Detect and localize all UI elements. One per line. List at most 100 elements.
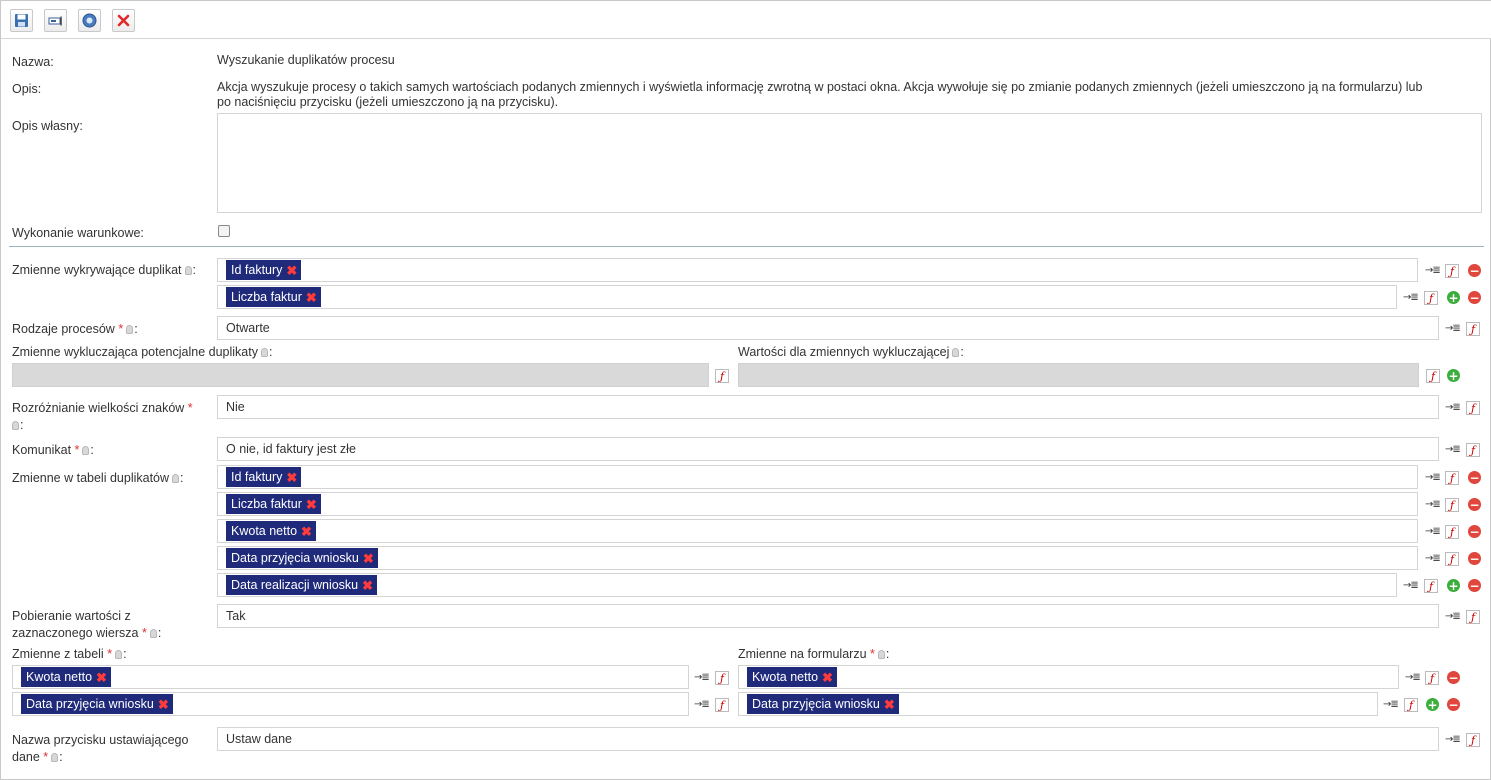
insert-variable-icon[interactable]: →≣ <box>1403 579 1419 593</box>
insert-variable-icon[interactable]: →≣ <box>1425 471 1441 485</box>
function-icon[interactable]: ƒ <box>1445 525 1459 539</box>
variable-tag: Data przyjęcia wniosku ✖ <box>226 548 378 568</box>
insert-variable-icon[interactable]: →≣ <box>1445 610 1461 624</box>
remove-row-icon[interactable]: − <box>1447 698 1460 711</box>
remove-tag-icon[interactable]: ✖ <box>286 264 297 277</box>
on-form-label-text: Zmienne na formularzu <box>738 647 867 661</box>
insert-variable-icon[interactable]: →≣ <box>1403 291 1419 305</box>
insert-variable-icon[interactable]: →≣ <box>1425 498 1441 512</box>
insert-variable-icon[interactable]: →≣ <box>1425 264 1441 278</box>
remove-row-icon[interactable]: − <box>1468 471 1481 484</box>
hint-bulb-icon <box>952 348 960 357</box>
remove-row-icon[interactable]: − <box>1447 671 1460 684</box>
function-icon[interactable]: ƒ <box>715 369 729 383</box>
add-row-icon[interactable]: + <box>1447 291 1460 304</box>
function-icon[interactable]: ƒ <box>1466 401 1480 415</box>
table-var-field-3[interactable]: Kwota netto ✖ <box>217 519 1418 543</box>
remove-row-icon[interactable]: − <box>1468 525 1481 538</box>
function-icon[interactable]: ƒ <box>1466 322 1480 336</box>
insert-variable-icon[interactable]: →≣ <box>1425 525 1441 539</box>
function-icon[interactable]: ƒ <box>1424 579 1438 593</box>
colon: : <box>885 647 890 661</box>
remove-row-icon[interactable]: − <box>1468 552 1481 565</box>
from-table-field-2[interactable]: Data przyjęcia wniosku ✖ <box>12 692 689 716</box>
insert-variable-icon[interactable]: →≣ <box>1445 443 1461 457</box>
function-icon[interactable]: ƒ <box>1424 291 1438 305</box>
fetch-values-label-line2: zaznaczonego wiersza <box>12 626 139 640</box>
function-icon[interactable]: ƒ <box>1404 698 1418 712</box>
excl-vars-field[interactable] <box>12 363 709 387</box>
required-mark: * <box>870 647 875 661</box>
insert-variable-icon[interactable]: →≣ <box>1405 671 1421 685</box>
save-button[interactable] <box>10 9 33 32</box>
remove-tag-icon[interactable]: ✖ <box>286 471 297 484</box>
insert-variable-icon[interactable]: →≣ <box>1445 733 1461 747</box>
insert-variable-icon[interactable]: →≣ <box>1383 698 1399 712</box>
case-sensitivity-select[interactable]: Nie <box>217 395 1439 419</box>
remove-tag-icon[interactable]: ✖ <box>301 525 312 538</box>
button-name-label-line1: Nazwa przycisku ustawiającego <box>12 733 189 747</box>
excl-values-field[interactable] <box>738 363 1419 387</box>
colon: : <box>192 263 196 277</box>
remove-tag-icon[interactable]: ✖ <box>884 698 895 711</box>
insert-variable-icon[interactable]: →≣ <box>1445 322 1461 336</box>
remove-tag-icon[interactable]: ✖ <box>96 671 107 684</box>
variable-tag-label: Data realizacji wniosku <box>231 578 359 592</box>
colon: : <box>960 345 964 359</box>
remove-row-icon[interactable]: − <box>1468 264 1481 277</box>
table-var-field-1[interactable]: Id faktury ✖ <box>217 465 1418 489</box>
add-row-icon[interactable]: + <box>1447 369 1460 382</box>
message-input[interactable]: O nie, id faktury jest złe <box>217 437 1439 461</box>
dup-vars-label-text: Zmienne wykrywające duplikat <box>12 263 182 277</box>
function-icon[interactable]: ƒ <box>1445 471 1459 485</box>
add-row-icon[interactable]: + <box>1447 579 1460 592</box>
remove-tag-icon[interactable]: ✖ <box>158 698 169 711</box>
remove-tag-icon[interactable]: ✖ <box>362 579 373 592</box>
own-description-textarea[interactable] <box>217 113 1482 213</box>
function-icon[interactable]: ƒ <box>715 698 729 712</box>
function-icon[interactable]: ƒ <box>1426 369 1440 383</box>
conditional-checkbox[interactable] <box>218 225 230 237</box>
insert-variable-icon[interactable]: →≣ <box>1445 401 1461 415</box>
close-button[interactable] <box>112 9 135 32</box>
table-var-field-4[interactable]: Data przyjęcia wniosku ✖ <box>217 546 1418 570</box>
function-icon[interactable]: ƒ <box>1425 671 1439 685</box>
insert-variable-icon[interactable]: →≣ <box>694 698 710 712</box>
required-mark: * <box>118 322 124 336</box>
add-row-icon[interactable]: + <box>1426 698 1439 711</box>
function-icon[interactable]: ƒ <box>1466 443 1480 457</box>
on-form-field-2[interactable]: Data przyjęcia wniosku ✖ <box>738 692 1378 716</box>
function-icon[interactable]: ƒ <box>1466 610 1480 624</box>
function-icon[interactable]: ƒ <box>1445 552 1459 566</box>
help-icon <box>82 13 97 28</box>
button-name-label-line2: dane <box>12 750 40 764</box>
table-var-field-5[interactable]: Data realizacji wniosku ✖ <box>217 573 1397 597</box>
dup-var-field-2[interactable]: Liczba faktur ✖ <box>217 285 1397 309</box>
function-icon[interactable]: ƒ <box>1445 498 1459 512</box>
table-var-field-2[interactable]: Liczba faktur ✖ <box>217 492 1418 516</box>
button-name-input[interactable]: Ustaw dane <box>217 727 1439 751</box>
remove-tag-icon[interactable]: ✖ <box>306 498 317 511</box>
help-button[interactable] <box>78 9 101 32</box>
on-form-field-1[interactable]: Kwota netto ✖ <box>738 665 1399 689</box>
fetch-values-select[interactable]: Tak <box>217 604 1439 628</box>
insert-variable-icon[interactable]: →≣ <box>1425 552 1441 566</box>
dup-var-field-1[interactable]: Id faktury ✖ <box>217 258 1418 282</box>
function-icon[interactable]: ƒ <box>1445 264 1459 278</box>
from-table-field-1[interactable]: Kwota netto ✖ <box>12 665 689 689</box>
function-icon[interactable]: ƒ <box>715 671 729 685</box>
process-types-select[interactable]: Otwarte <box>217 316 1439 340</box>
excl-vars-label-text: Zmienne wykluczająca potencjalne duplika… <box>12 345 258 359</box>
variable-tag-label: Data przyjęcia wniosku <box>752 697 880 711</box>
remove-tag-icon[interactable]: ✖ <box>822 671 833 684</box>
remove-row-icon[interactable]: − <box>1468 579 1481 592</box>
remove-tag-icon[interactable]: ✖ <box>363 552 374 565</box>
remove-row-icon[interactable]: − <box>1468 291 1481 304</box>
function-icon[interactable]: ƒ <box>1466 733 1480 747</box>
remove-row-icon[interactable]: − <box>1468 498 1481 511</box>
insert-variable-icon[interactable]: →≣ <box>694 671 710 685</box>
hint-bulb-icon <box>877 650 885 659</box>
rename-button[interactable] <box>44 9 67 32</box>
close-icon <box>117 14 130 27</box>
remove-tag-icon[interactable]: ✖ <box>306 291 317 304</box>
